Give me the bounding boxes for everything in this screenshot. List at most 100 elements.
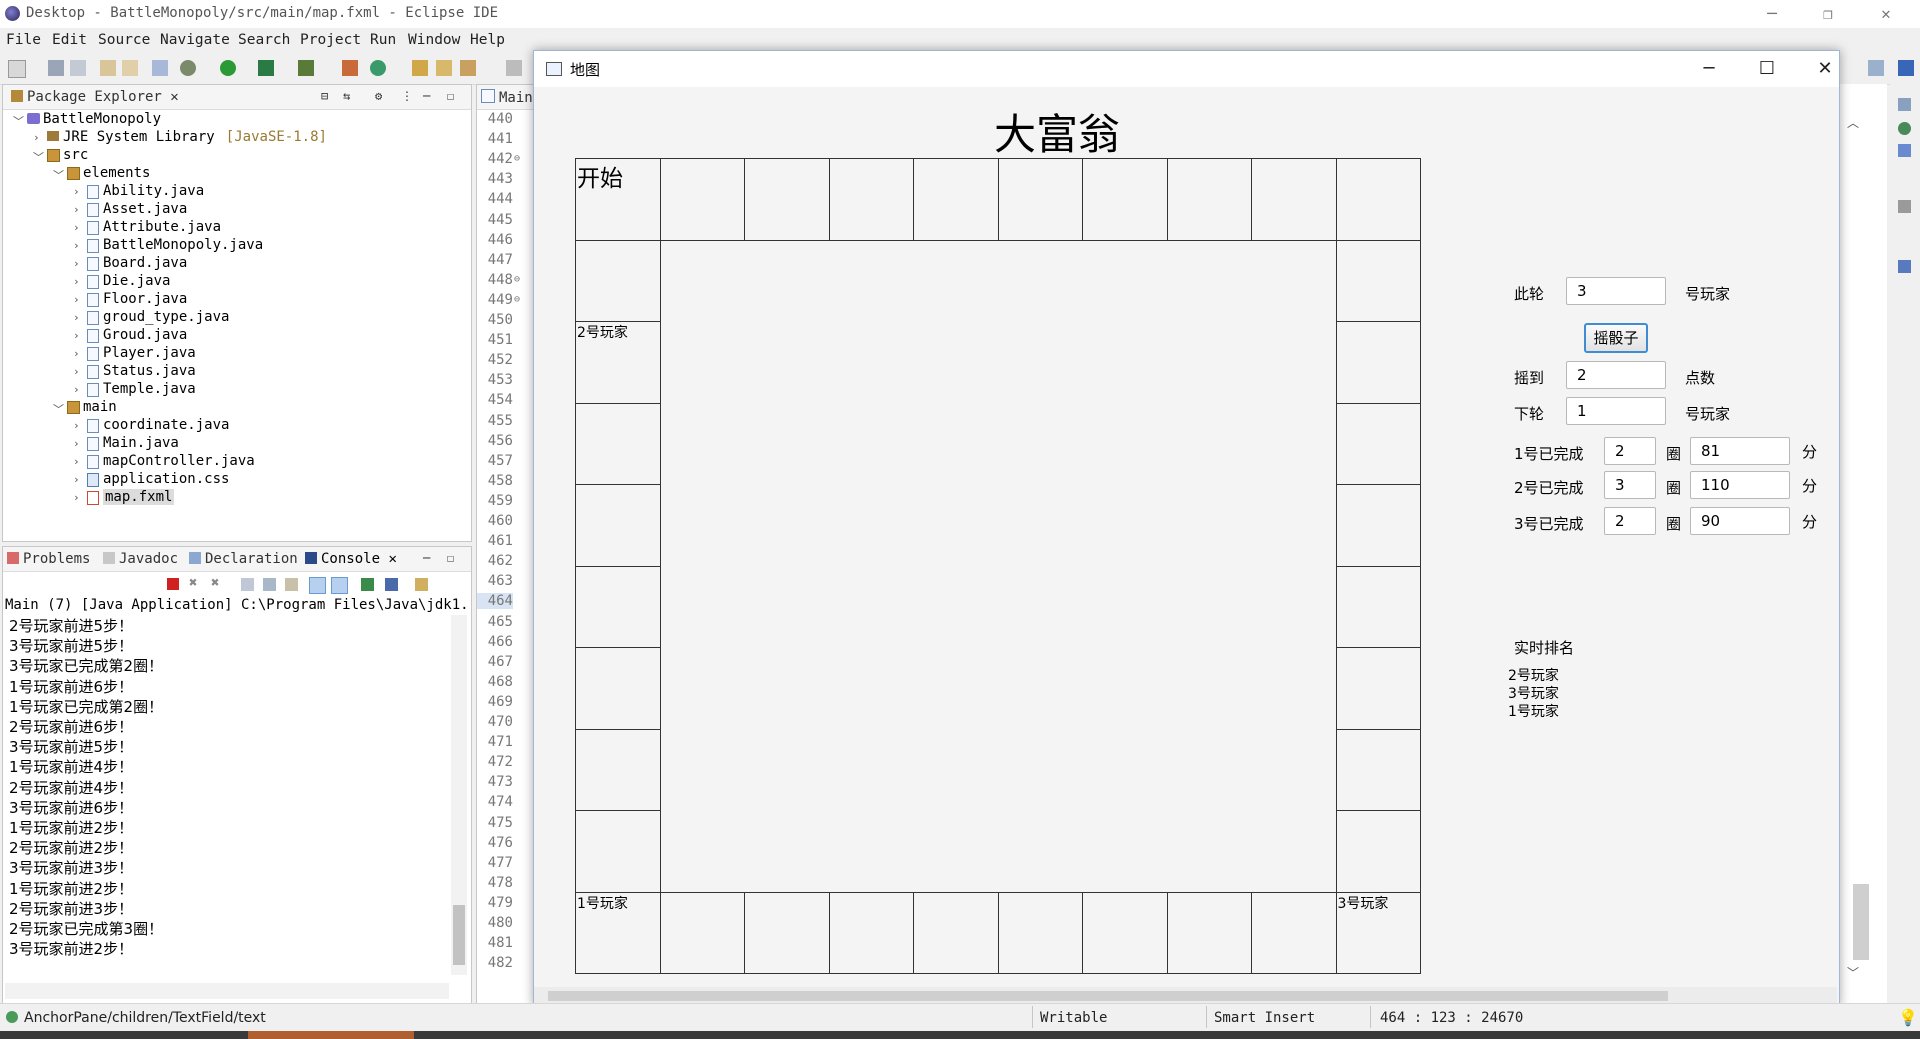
editor-scroll-thumb[interactable] <box>1853 884 1869 960</box>
this-round-field[interactable]: 3 <box>1566 277 1666 305</box>
open-console-icon[interactable] <box>415 578 428 591</box>
tree-item[interactable]: › BattleMonopoly.java <box>3 237 463 255</box>
fold-toggle-icon[interactable]: ⊖ <box>514 153 520 164</box>
tree-item[interactable]: ﹀ elements <box>3 165 463 183</box>
chevron-right-icon[interactable]: › <box>73 329 80 342</box>
maximize-console-icon[interactable]: ☐ <box>447 551 454 565</box>
console-output[interactable]: 2号玩家前进5步！ 3号玩家前进5步！ 3号玩家已完成第2圈！ 1号玩家前进6步！ 1号… <box>3 615 447 975</box>
new-icon[interactable] <box>8 60 26 78</box>
tree-item[interactable]: › Asset.java <box>3 201 463 219</box>
run-icon[interactable] <box>220 60 236 76</box>
tree-item[interactable]: ﹀ main <box>3 399 463 417</box>
window-close-button[interactable]: ✕ <box>1866 2 1906 26</box>
clear-console-icon[interactable] <box>241 578 254 591</box>
chevron-right-icon[interactable]: › <box>73 455 80 468</box>
open-type-icon[interactable] <box>412 60 428 76</box>
menu-window[interactable]: Window <box>408 32 460 48</box>
new-class-icon[interactable] <box>370 60 386 76</box>
chevron-right-icon[interactable]: › <box>73 221 80 234</box>
external-tools-icon[interactable] <box>298 60 314 76</box>
chevron-right-icon[interactable]: › <box>73 383 80 396</box>
debug-icon[interactable] <box>180 60 196 76</box>
new-package-icon[interactable] <box>342 60 358 76</box>
chevron-right-icon[interactable]: › <box>73 419 80 432</box>
tree-item[interactable]: ﹀ src <box>3 147 463 165</box>
pin-console-icon[interactable] <box>361 578 374 591</box>
scroll-up-icon[interactable]: ︿ <box>1847 114 1859 131</box>
game-close-button[interactable]: ✕ <box>1805 57 1845 81</box>
next-annotation-icon[interactable] <box>506 60 522 76</box>
view-menu-icon[interactable]: ⋮ <box>401 89 413 103</box>
game-minimize-button[interactable]: ─ <box>1689 57 1729 81</box>
pointer-icon[interactable] <box>152 60 168 76</box>
player-laps-field[interactable]: 2 <box>1604 507 1656 535</box>
chevron-down-icon[interactable]: ﹀ <box>13 113 24 129</box>
taskbar-active-app[interactable] <box>248 1031 414 1039</box>
tree-item[interactable]: › mapController.java <box>3 453 463 471</box>
tab-declaration[interactable]: Declaration <box>189 551 298 567</box>
tree-item[interactable]: › Die.java <box>3 273 463 291</box>
tree-item[interactable]: › Floor.java <box>3 291 463 309</box>
tab-problems[interactable]: Problems <box>7 551 90 567</box>
show-stdout-icon[interactable] <box>309 577 326 594</box>
console-scroll-thumb[interactable] <box>453 905 465 965</box>
menu-navigate[interactable]: Navigate <box>160 32 230 48</box>
fold-toggle-icon[interactable]: ⊖ <box>514 294 520 305</box>
tree-item[interactable]: › Attribute.java <box>3 219 463 237</box>
player-laps-field[interactable]: 2 <box>1604 437 1656 465</box>
menu-edit[interactable]: Edit <box>52 32 87 48</box>
tree-item[interactable]: › Main.java <box>3 435 463 453</box>
save-icon[interactable] <box>48 60 64 76</box>
menu-source[interactable]: Source <box>98 32 150 48</box>
rolled-value-field[interactable]: 2 <box>1566 361 1666 389</box>
chevron-down-icon[interactable]: ﹀ <box>53 167 64 183</box>
outline-icon[interactable] <box>1898 98 1911 111</box>
scroll-lock-icon[interactable] <box>263 578 276 591</box>
link-editor-icon[interactable]: ⇆ <box>343 89 350 103</box>
game-scroll-thumb[interactable] <box>548 991 1668 1001</box>
chevron-right-icon[interactable]: › <box>73 185 80 198</box>
collapse-all-icon[interactable]: ⊟ <box>321 89 328 103</box>
menu-help[interactable]: Help <box>470 32 505 48</box>
game-maximize-button[interactable]: ☐ <box>1747 57 1787 81</box>
minimize-view-icon[interactable]: ─ <box>423 89 430 103</box>
maximize-view-icon[interactable]: ☐ <box>447 89 454 103</box>
tree-item[interactable]: › Temple.java <box>3 381 463 399</box>
tree-item[interactable]: › Groud.java <box>3 327 463 345</box>
window-minimize-button[interactable]: ─ <box>1752 2 1792 26</box>
menu-file[interactable]: File <box>6 32 41 48</box>
tree-item[interactable]: › JRE System Library [JavaSE-1.8] <box>3 129 463 147</box>
filter-icon[interactable]: ⚙ <box>375 89 382 103</box>
scroll-down-icon[interactable]: ﹀ <box>1847 964 1859 981</box>
menu-search[interactable]: Search <box>238 32 290 48</box>
remove-launch-icon[interactable]: ✖ <box>189 575 197 591</box>
chevron-right-icon[interactable]: › <box>33 131 40 144</box>
word-wrap-icon[interactable] <box>285 578 298 591</box>
console-horizontal-scrollbar[interactable] <box>5 983 449 999</box>
tree-item[interactable]: › coordinate.java <box>3 417 463 435</box>
terminate-icon[interactable] <box>167 578 179 590</box>
chevron-right-icon[interactable]: › <box>73 347 80 360</box>
tab-console[interactable]: Console ✕ <box>305 551 397 567</box>
chevron-right-icon[interactable]: › <box>73 257 80 270</box>
tree-item[interactable]: › groud_type.java <box>3 309 463 327</box>
print-icon[interactable] <box>100 60 116 76</box>
roll-dice-button[interactable]: 摇骰子 <box>1584 323 1648 353</box>
java-perspective-icon[interactable] <box>1898 60 1914 76</box>
player-laps-field[interactable]: 3 <box>1604 471 1656 499</box>
search-icon[interactable] <box>460 60 476 76</box>
save-all-icon[interactable] <box>70 60 86 76</box>
tree-item[interactable]: › Player.java <box>3 345 463 363</box>
open-perspective-icon[interactable] <box>1868 60 1884 76</box>
open-folder-icon[interactable] <box>436 60 452 76</box>
hierarchy-icon[interactable] <box>1898 144 1911 157</box>
chevron-right-icon[interactable]: › <box>73 365 80 378</box>
properties-icon[interactable] <box>122 60 138 76</box>
chevron-right-icon[interactable]: › <box>73 275 80 288</box>
window-restore-button[interactable]: ❐ <box>1808 2 1848 26</box>
console-vertical-scrollbar[interactable] <box>451 615 467 975</box>
player-score-field[interactable]: 81 <box>1690 437 1790 465</box>
coverage-icon[interactable] <box>258 60 274 76</box>
task-list-icon[interactable] <box>1898 122 1911 135</box>
minimize-console-icon[interactable]: ─ <box>423 551 430 565</box>
